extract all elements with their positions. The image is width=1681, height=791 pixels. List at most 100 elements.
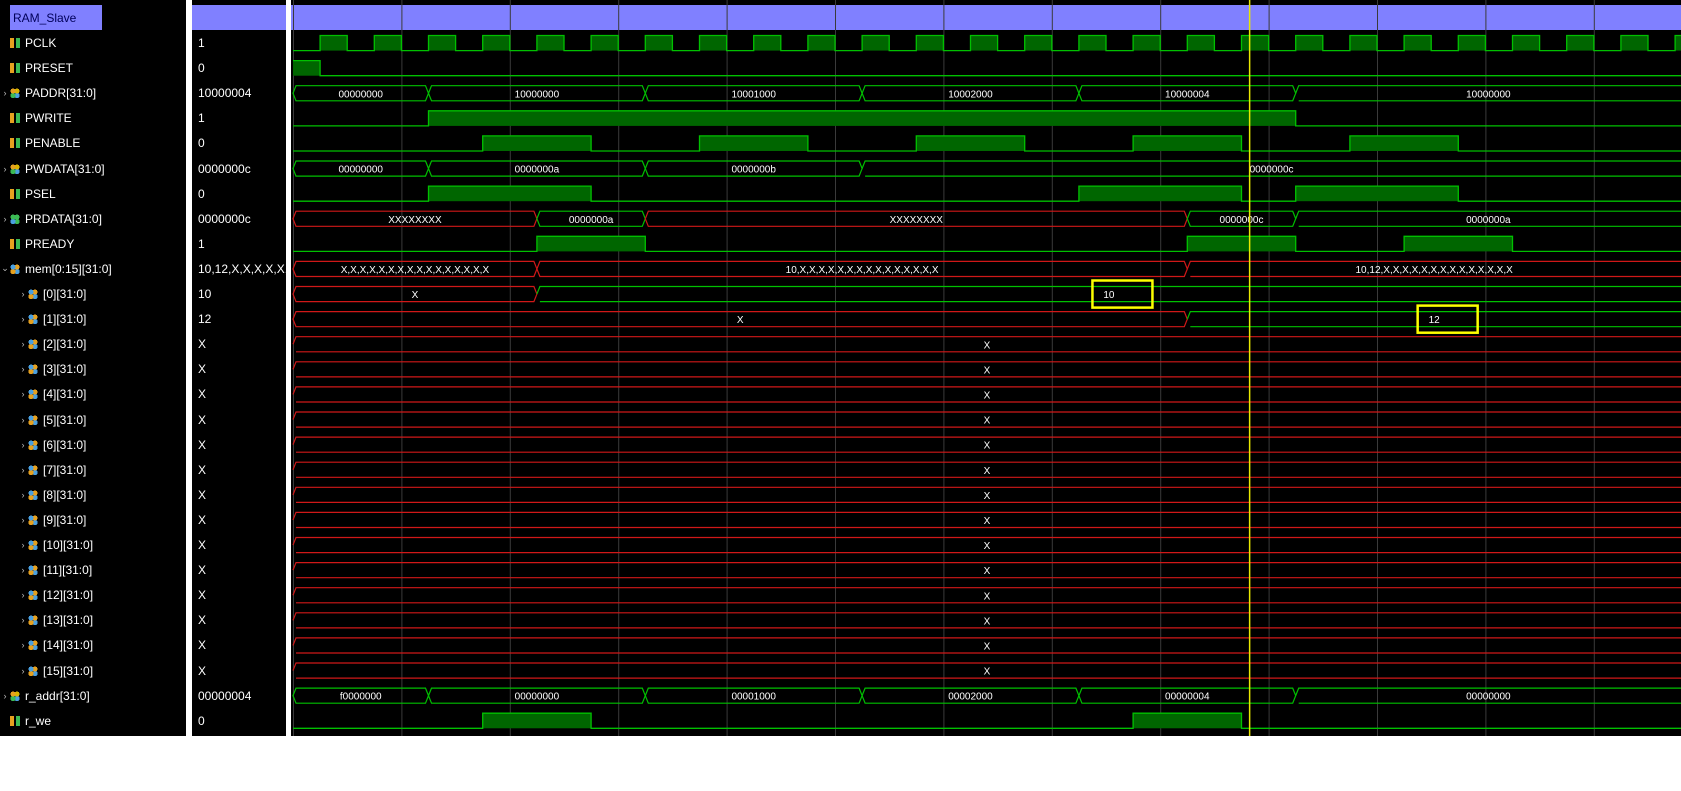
wave-pwrite-high-fill (428, 110, 1296, 126)
signal-value-pready: 1 (198, 236, 205, 251)
signal-row-paddr-31-0[interactable]: › PADDR[31:0] (0, 81, 186, 106)
signal-row-11-31-0[interactable]: › [11][31:0] (0, 558, 204, 583)
signal-row-9-31-0[interactable]: › [9][31:0] (0, 507, 204, 532)
signal-name: [4][31:0] (43, 387, 87, 402)
expand-chevron-icon[interactable]: › (18, 415, 28, 425)
expand-chevron-icon[interactable]: › (18, 590, 28, 600)
bus-signal-icon (10, 213, 20, 224)
signal-row-14-31-0[interactable]: › [14][31:0] (0, 633, 204, 658)
wave-mem-6-segment-label: X (984, 441, 991, 452)
signal-row-4-31-0[interactable]: › [4][31:0] (0, 382, 204, 407)
signal-row-mem-0-15-31-0[interactable]: ⌄ mem[0:15][31:0] (0, 256, 186, 281)
signal-row-1-31-0[interactable]: › [1][31:0] (0, 307, 204, 332)
signal-row-r_we[interactable]: r_we (0, 708, 186, 733)
expand-chevron-icon[interactable]: › (18, 540, 28, 550)
bus-signal-icon (10, 690, 20, 701)
signal-row-psel[interactable]: PSEL (0, 181, 186, 206)
signal-value-14-31-0: X (198, 638, 207, 653)
waveform-canvas[interactable]: 00000000 10000000 10001000 10002000 10000004… (291, 0, 1681, 736)
signal-row-12-31-0[interactable]: › [12][31:0] (0, 583, 204, 608)
wave-pclk-high-fill (591, 35, 619, 51)
expand-chevron-icon[interactable]: › (18, 490, 28, 500)
signal-row-r_addr-31-0[interactable]: › r_addr[31:0] (0, 683, 186, 708)
wave-mem-4-segment-label: X (984, 390, 991, 401)
signal-row-13-31-0[interactable]: › [13][31:0] (0, 608, 204, 633)
wave-pclk-high-fill (1078, 35, 1106, 51)
expand-chevron-icon[interactable]: › (18, 615, 28, 625)
signal-value-paddr-31-0: 10000004 (198, 86, 252, 101)
expand-chevron-icon[interactable]: › (18, 364, 28, 374)
signal-row-pwdata-31-0[interactable]: › PWDATA[31:0] (0, 156, 186, 181)
wave-pclk-high-fill (1187, 35, 1215, 51)
signal-name: PWRITE (25, 111, 72, 126)
signal-row-pclk[interactable]: PCLK (0, 31, 186, 56)
signal-row-3-31-0[interactable]: › [3][31:0] (0, 357, 204, 382)
bus-signal-icon (28, 289, 38, 299)
wave-psel-high-fill (428, 186, 592, 202)
wave-penable-high-fill (699, 135, 808, 151)
signal-value-pclk: 1 (198, 36, 205, 50)
signal-row-6-31-0[interactable]: › [6][31:0] (0, 432, 204, 457)
expand-chevron-icon[interactable]: › (18, 440, 28, 450)
signal-row-2-31-0[interactable]: › [2][31:0] (0, 332, 204, 357)
signal-row-pready[interactable]: PREADY (0, 231, 186, 256)
signal-row-8-31-0[interactable]: › [8][31:0] (0, 482, 204, 507)
signal-row-7-31-0[interactable]: › [7][31:0] (0, 457, 204, 482)
signal-row-10-31-0[interactable]: › [10][31:0] (0, 533, 204, 558)
wave-r-we-high-fill (482, 713, 592, 729)
signal-value-3-31-0: X (198, 362, 207, 377)
signal-name: [10][31:0] (43, 538, 94, 552)
group-header-ram-slave[interactable]: RAM_Slave (10, 5, 102, 30)
wave-mem-10-segment-label: X (984, 541, 991, 552)
wave-pwdata-segment-label: 0000000b (731, 165, 776, 176)
signal-row-5-31-0[interactable]: › [5][31:0] (0, 407, 204, 432)
wave-pwdata-segment-label: 0000000c (1250, 165, 1294, 176)
expand-chevron-icon[interactable]: › (18, 339, 28, 349)
wave-pclk-high-fill (1133, 35, 1161, 51)
expand-chevron-icon[interactable]: › (18, 314, 28, 324)
expand-chevron-icon[interactable]: › (18, 465, 28, 475)
signal-value-r_we: 0 (198, 713, 205, 728)
wave-pclk-high-fill (699, 35, 727, 51)
signal-name: [14][31:0] (43, 638, 94, 653)
signal-name-pane[interactable]: RAM_Slave PCLK PRESET › PADDR[31:0] PWRITE PE… (0, 0, 186, 736)
signal-row-0-31-0[interactable]: › [0][31:0] (0, 282, 204, 307)
wave-pclk-high-fill (374, 35, 402, 51)
expand-chevron-icon[interactable]: › (0, 214, 10, 224)
expand-chevron-icon[interactable]: › (18, 289, 28, 299)
expand-chevron-icon[interactable]: › (0, 164, 10, 174)
expand-chevron-icon[interactable]: › (0, 691, 10, 701)
wave-pclk-high-fill (320, 35, 348, 51)
expand-chevron-icon[interactable]: › (18, 515, 28, 525)
expand-chevron-icon[interactable]: › (0, 88, 10, 98)
signal-row-pwrite[interactable]: PWRITE (0, 106, 186, 131)
wave-pclk-high-fill (1241, 35, 1269, 51)
bus-signal-icon (28, 339, 38, 350)
expand-chevron-icon[interactable]: › (18, 389, 28, 399)
signal-row-15-31-0[interactable]: › [15][31:0] (0, 658, 204, 683)
signal-value-prdata-31-0: 0000000c (198, 211, 251, 226)
expand-chevron-icon[interactable]: ⌄ (0, 263, 10, 274)
bus-signal-icon (28, 389, 38, 400)
wave-penable-high-fill (1133, 135, 1242, 151)
signal-name: PRDATA[31:0] (25, 211, 102, 226)
bus-signal-icon (28, 514, 38, 525)
expand-chevron-icon[interactable]: › (18, 640, 28, 650)
expand-chevron-icon[interactable]: › (18, 565, 28, 575)
signal-name: [2][31:0] (43, 337, 87, 352)
expand-chevron-icon[interactable]: › (18, 666, 28, 676)
signal-row-preset[interactable]: PRESET (0, 56, 186, 81)
bus-signal-icon (28, 590, 38, 601)
wave-mem-8-segment-label: X (984, 491, 991, 502)
waveform-pane[interactable]: 00000000 10000000 10001000 10002000 10000004… (291, 0, 1681, 736)
wave-mem-segment-label: 10,12,X,X,X,X,X,X,X,X,X,X,X,X,X,X (1355, 265, 1513, 276)
signal-row-prdata-31-0[interactable]: › PRDATA[31:0] (0, 206, 186, 231)
wave-r-we-high-fill (1133, 713, 1242, 729)
wave-penable-high-fill (916, 135, 1025, 151)
signal-row-penable[interactable]: PENABLE (0, 131, 186, 156)
signal-value-12-31-0: X (198, 588, 207, 603)
signal-name: PWDATA[31:0] (25, 161, 105, 176)
signal-name: mem[0:15][31:0] (25, 261, 112, 276)
signal-value-15-31-0: X (198, 663, 207, 678)
wave-mem-15-segment-label: X (984, 667, 991, 678)
